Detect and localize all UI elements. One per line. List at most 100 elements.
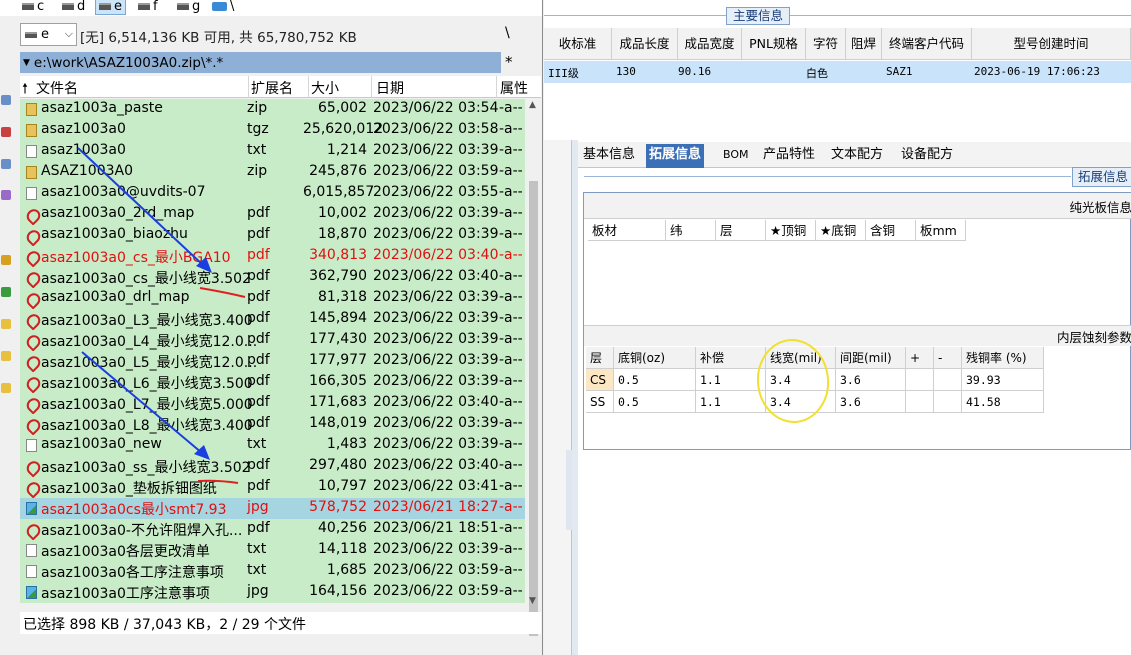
column-divider[interactable] bbox=[371, 76, 372, 98]
column-header-size[interactable]: 大小 bbox=[311, 78, 339, 98]
file-row[interactable]: asaz1003a0 txt 1,214 2023/06/22 03:39 -a-- bbox=[20, 141, 525, 162]
file-row[interactable]: asaz1003a0_L4_最小线宽12.0... pdf 177,430 2023/… bbox=[20, 330, 525, 351]
product-grid-row[interactable]: III级 130 90.16 白色 SAZ1 2023-06-19 17:06:… bbox=[544, 61, 1131, 83]
etch-cell[interactable] bbox=[934, 391, 962, 413]
grid-header[interactable]: 收标准 bbox=[544, 28, 612, 60]
etch-cell[interactable] bbox=[934, 369, 962, 391]
tab-product-features[interactable]: 产品特性 bbox=[760, 144, 818, 168]
etch-cell[interactable]: 1.1 bbox=[696, 391, 766, 413]
path-bar[interactable]: ▼ e:\work\ASAZ1003A0.zip\*.* bbox=[20, 52, 501, 73]
grid-header[interactable]: - bbox=[934, 347, 962, 369]
etch-cell[interactable]: 0.5 bbox=[614, 369, 696, 391]
grid-header[interactable]: PNL规格 bbox=[742, 28, 806, 60]
tool-icon[interactable] bbox=[1, 190, 11, 200]
grid-header[interactable]: 成品宽度 bbox=[678, 28, 742, 60]
file-row[interactable]: asaz1003a0各工序注意事项 txt 1,685 2023/06/22 03:5… bbox=[20, 561, 525, 582]
file-row[interactable]: asaz1003a0_biaozhu pdf 18,870 2023/06/22 03… bbox=[20, 225, 525, 246]
grid-header[interactable]: 间距(mil) bbox=[836, 347, 906, 369]
grid-header[interactable]: 阻焊 bbox=[846, 28, 882, 60]
root-dir-button[interactable]: \ bbox=[505, 25, 510, 41]
folder-icon[interactable] bbox=[1, 319, 11, 329]
scroll-up-icon[interactable]: ▲ bbox=[529, 100, 536, 110]
etch-cell-line-width[interactable]: 3.4 bbox=[766, 391, 836, 413]
file-row[interactable]: asaz1003a0工序注意事项 jpg 164,156 2023/06/22 03:… bbox=[20, 582, 525, 603]
grid-header[interactable]: 字符 bbox=[806, 28, 846, 60]
file-row[interactable]: asaz1003a0_L6_最小线宽3.500 pdf 166,305 2023/06… bbox=[20, 372, 525, 393]
tab-bom[interactable]: BOM bbox=[720, 144, 752, 168]
file-row[interactable]: asaz1003a0_cs_最小BGA10 pdf 340,813 2023/06/2… bbox=[20, 246, 525, 267]
column-divider[interactable] bbox=[308, 76, 309, 98]
grid-header[interactable]: 终端客户代码 bbox=[882, 28, 972, 60]
tab-extended-info[interactable]: 拓展信息 bbox=[646, 144, 705, 168]
grid-header[interactable]: 纬 bbox=[666, 220, 716, 241]
file-row[interactable]: ASAZ1003A0 zip 245,876 2023/06/22 03:59 -a-- bbox=[20, 162, 525, 183]
collapsed-nav[interactable] bbox=[544, 140, 572, 655]
drive-button-e[interactable]: e bbox=[95, 0, 126, 15]
drive-button-c[interactable]: c bbox=[22, 0, 44, 15]
etch-cell[interactable]: 1.1 bbox=[696, 369, 766, 391]
drive-button-f[interactable]: f bbox=[138, 0, 158, 15]
grid-header[interactable]: ★顶铜 bbox=[766, 220, 816, 241]
file-row[interactable]: asaz1003a0各层更改清单 txt 14,118 2023/06/22 03:3… bbox=[20, 540, 525, 561]
tab-equipment-recipe[interactable]: 设备配方 bbox=[898, 144, 956, 168]
etch-cell[interactable]: 3.6 bbox=[836, 369, 906, 391]
grid-header[interactable]: 补偿 bbox=[696, 347, 766, 369]
folder-icon[interactable] bbox=[1, 383, 11, 393]
column-divider[interactable] bbox=[248, 76, 249, 98]
grid-header[interactable]: 含铜 bbox=[866, 220, 916, 241]
filter-button[interactable]: * bbox=[505, 53, 513, 71]
file-row[interactable]: asaz1003a0 tgz 25,620,012 2023/06/22 03:58-… bbox=[20, 120, 525, 141]
file-row[interactable]: asaz1003a_paste zip 65,002 2023/06/22 03:54… bbox=[20, 99, 525, 120]
file-row[interactable]: asaz1003a0_new txt 1,483 2023/06/22 03:39 -a… bbox=[20, 435, 525, 456]
grid-header[interactable]: 成品长度 bbox=[612, 28, 678, 60]
etch-row-layer[interactable]: SS bbox=[586, 391, 614, 413]
etch-cell[interactable]: 41.58 bbox=[962, 391, 1044, 413]
folder-icon[interactable] bbox=[1, 351, 11, 361]
etch-row-layer[interactable]: CS bbox=[586, 369, 614, 391]
grid-header[interactable]: 板材 bbox=[588, 220, 666, 241]
grid-header[interactable]: 残铜率 (%) bbox=[962, 347, 1044, 369]
drive-select[interactable]: e ⌵ bbox=[20, 23, 77, 46]
file-row[interactable]: asaz1003a0_L8_最小线宽3.400 pdf 148,019 2023/06… bbox=[20, 414, 525, 435]
grid-header[interactable]: 线宽(mil) bbox=[766, 347, 836, 369]
file-row[interactable]: asaz1003a0_垫板拆钿图纸 pdf 10,797 2023/06/22 03:… bbox=[20, 477, 525, 498]
grid-header[interactable]: 层 bbox=[586, 347, 614, 369]
etch-cell[interactable]: 39.93 bbox=[962, 369, 1044, 391]
etch-cell[interactable] bbox=[906, 369, 934, 391]
column-header-date[interactable]: 日期 bbox=[376, 78, 404, 98]
file-row[interactable]: asaz1003a0_L5_最小线宽12.0... pdf 177,977 2023/… bbox=[20, 351, 525, 372]
grid-header[interactable]: ★底铜 bbox=[816, 220, 866, 241]
tab-basic-info[interactable]: 基本信息 bbox=[580, 144, 638, 168]
drive-button-d[interactable]: d bbox=[62, 0, 85, 15]
etch-cell[interactable]: 0.5 bbox=[614, 391, 696, 413]
tool-icon[interactable] bbox=[1, 255, 11, 265]
column-header-name[interactable]: 文件名 bbox=[36, 78, 78, 98]
scroll-down-icon[interactable]: ▼ bbox=[529, 596, 536, 606]
network-drive-button[interactable]: \ bbox=[212, 0, 234, 15]
file-row[interactable]: asaz1003a0_L7_最小线宽5.000 pdf 171,683 2023/06… bbox=[20, 393, 525, 414]
vertical-scrollbar[interactable]: ▲ ▼ bbox=[525, 99, 542, 636]
splitter[interactable] bbox=[572, 140, 578, 655]
grid-header[interactable]: 底铜(oz) bbox=[614, 347, 696, 369]
file-row[interactable]: asaz1003a0_drl_map pdf 81,318 2023/06/22 03… bbox=[20, 288, 525, 309]
file-row[interactable]: asaz1003a0_ss_最小线宽3.502 pdf 297,480 2023/06… bbox=[20, 456, 525, 477]
file-row[interactable]: asaz1003a0@uvdits-07 6,015,857 2023/06/22 … bbox=[20, 183, 525, 204]
file-row[interactable]: asaz1003a0-不允许阻焊入孔... pdf 40,256 2023/06/21… bbox=[20, 519, 525, 540]
tab-text-recipe[interactable]: 文本配方 bbox=[828, 144, 886, 168]
tool-icon[interactable] bbox=[1, 95, 11, 105]
file-row[interactable]: asaz1003a0cs最小smt7.93 jpg 578,752 2023/06/2… bbox=[20, 498, 525, 519]
file-row[interactable]: asaz1003a0_L3_最小线宽3.400 pdf 145,894 2023/06… bbox=[20, 309, 525, 330]
grid-header[interactable]: + bbox=[906, 347, 934, 369]
column-divider[interactable] bbox=[496, 76, 497, 98]
scrollbar-thumb[interactable] bbox=[529, 181, 538, 636]
grid-header[interactable]: 型号创建时间 bbox=[972, 28, 1131, 60]
file-row[interactable]: asaz1003a0_2rd_map pdf 10,002 2023/06/22 03… bbox=[20, 204, 525, 225]
grid-header[interactable]: 层 bbox=[716, 220, 766, 241]
file-row[interactable]: asaz1003a0_cs_最小线宽3.502 pdf 362,790 2023/06… bbox=[20, 267, 525, 288]
tool-icon[interactable] bbox=[1, 287, 11, 297]
column-header-attr[interactable]: 属性 bbox=[500, 78, 528, 98]
column-header-ext[interactable]: 扩展名 bbox=[251, 78, 293, 98]
etch-cell-line-width[interactable]: 3.4 bbox=[766, 369, 836, 391]
etch-cell[interactable]: 3.6 bbox=[836, 391, 906, 413]
tool-icon[interactable] bbox=[1, 127, 11, 137]
